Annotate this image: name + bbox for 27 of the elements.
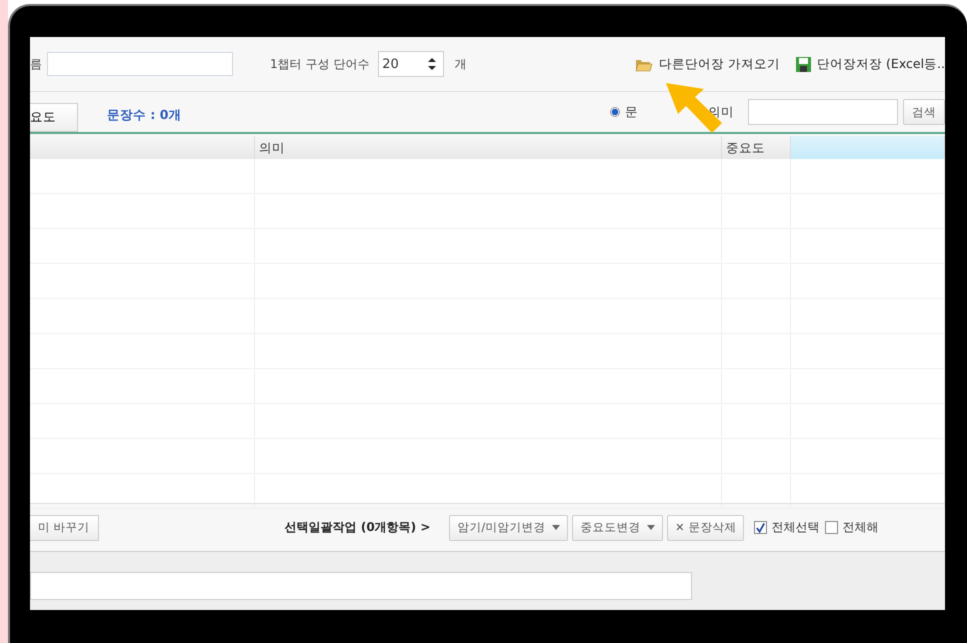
batch-label: 선택일괄작업 (0개항목) > xyxy=(284,519,430,536)
column-header: 의미 xyxy=(255,136,722,159)
caret-icon xyxy=(647,525,656,530)
checkbox-option[interactable]: 전체선택 xyxy=(754,519,820,536)
input-field[interactable] xyxy=(47,52,233,76)
action-button[interactable]: ✕ 문장삭제 xyxy=(667,514,744,540)
radio-label[interactable]: 문 xyxy=(625,104,638,120)
chapter-label: 1챕터 구성 단어수 xyxy=(270,56,370,72)
action-button[interactable]: 중요도변경 xyxy=(572,514,664,540)
checkbox-option[interactable]: 전체해 xyxy=(825,519,878,536)
unit-label: 개 xyxy=(454,56,466,72)
checkbox[interactable] xyxy=(754,521,768,534)
import-button[interactable]: 다른단어장 가져오기 xyxy=(659,56,780,72)
checkbox[interactable] xyxy=(825,521,838,534)
save-button[interactable]: 단어장저장 (Excel등.. xyxy=(817,56,945,72)
input-field[interactable] xyxy=(30,572,692,600)
caret-icon xyxy=(552,525,560,530)
column-header: 중요도 xyxy=(722,136,791,159)
tab[interactable]: 요도 xyxy=(30,103,78,132)
search-button[interactable]: 검색 xyxy=(903,99,945,125)
name-label: 름 xyxy=(30,56,42,72)
radio-button[interactable] xyxy=(610,107,620,117)
number-spinner[interactable]: 20 xyxy=(378,51,444,77)
search-field[interactable] xyxy=(748,99,898,125)
action-button[interactable]: 암기/미암기변경 xyxy=(449,514,568,540)
sentence-count: 문장수 : 0개 xyxy=(107,106,182,124)
swap-button[interactable]: 미 바꾸기 xyxy=(30,514,99,540)
